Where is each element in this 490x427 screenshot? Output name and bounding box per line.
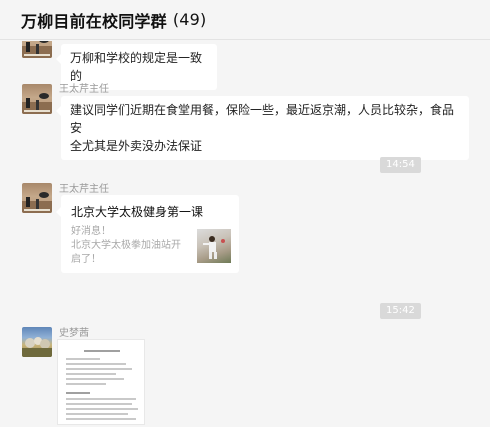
card-description-line: 北京大学太极拳加油站开 [71, 240, 181, 251]
card-description-line: 好消息！ [71, 226, 111, 237]
sender-name: 王太芹主任 [59, 184, 109, 195]
chat-title: 万柳目前在校同学群 [21, 11, 167, 31]
cat-photo-avatar-icon [22, 192, 52, 213]
link-card[interactable]: 北京大学太极健身第一课 好消息！ 北京大学太极拳加油站开 启了！ [56, 195, 239, 273]
chat-header: 万柳目前在校同学群 (49) [0, 0, 490, 40]
message-text-line: 全尤其是外卖没办法保证 [70, 139, 203, 153]
sender-avatar[interactable] [22, 327, 52, 357]
tai-chi-photo-icon [197, 229, 231, 263]
landscape-photo-avatar-icon [22, 337, 52, 357]
cat-photo-avatar-icon [22, 41, 52, 58]
message-bubble[interactable]: 建议同学们近期在食堂用餐，保险一些，最近返京潮，人员比较杂，食品安 全尤其是外卖… [56, 96, 469, 160]
sender-name: 史梦茜 [59, 328, 89, 339]
timestamp: 14:54 [380, 157, 421, 173]
sender-name: 王太芹主任 [59, 84, 109, 95]
card-title: 北京大学太极健身第一课 [71, 205, 204, 219]
timestamp: 15:42 [380, 303, 421, 319]
sender-avatar[interactable] [22, 84, 52, 114]
message-text-line: 建议同学们近期在食堂用餐，保险一些，最近返京潮，人员比较杂，食品安 [70, 103, 455, 135]
document-image[interactable] [57, 339, 145, 425]
card-description-line: 启了！ [71, 254, 101, 265]
card-description: 好消息！ 北京大学太极拳加油站开 启了！ [71, 225, 189, 267]
message-text: 万柳和学校的规定是一致的 [70, 51, 203, 83]
cat-photo-avatar-icon [22, 93, 52, 114]
sender-avatar[interactable] [22, 41, 52, 58]
message-list[interactable]: 万柳和学校的规定是一致的 王太芹主任 建议同学们近期在食堂用餐，保险一些，最近返… [0, 41, 490, 427]
member-count: (49) [172, 10, 207, 29]
sender-avatar[interactable] [22, 183, 52, 213]
